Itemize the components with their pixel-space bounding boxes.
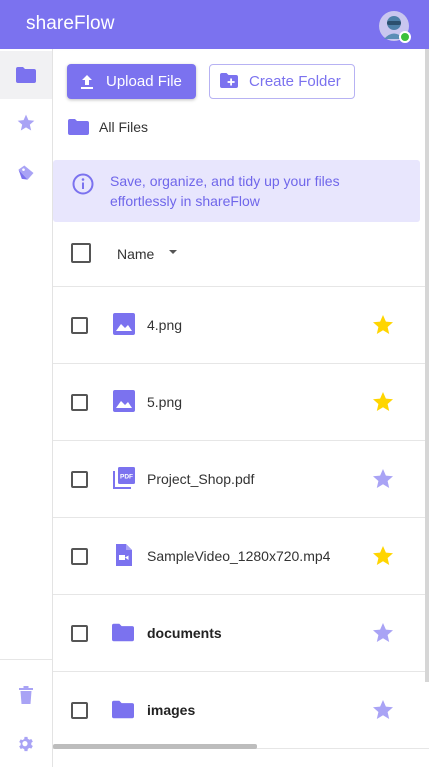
star-filled-icon[interactable] bbox=[371, 390, 395, 414]
main-content: Upload File Create Folder All Files Save… bbox=[53, 49, 429, 767]
row-checkbox[interactable] bbox=[71, 702, 88, 719]
avatar[interactable] bbox=[378, 10, 411, 43]
create-folder-button[interactable]: Create Folder bbox=[209, 64, 355, 99]
image-icon bbox=[113, 390, 135, 412]
avatar-icon bbox=[379, 11, 411, 43]
gear-icon bbox=[19, 736, 33, 752]
sidebar bbox=[0, 49, 53, 767]
info-banner: Save, organize, and tidy up your files e… bbox=[53, 160, 420, 222]
trash-icon bbox=[19, 686, 33, 704]
horizontal-scrollbar[interactable] bbox=[53, 744, 257, 749]
table-row[interactable]: PDF Project_Shop.pdf bbox=[53, 441, 429, 518]
select-all-checkbox[interactable] bbox=[71, 243, 91, 263]
sidebar-divider bbox=[0, 659, 52, 660]
sidebar-item-starred[interactable] bbox=[0, 99, 52, 147]
file-name[interactable]: 4.png bbox=[147, 317, 182, 333]
folder-icon bbox=[16, 67, 36, 83]
svg-text:PDF: PDF bbox=[120, 474, 133, 481]
star-outline-icon[interactable] bbox=[371, 467, 395, 491]
folder-icon bbox=[112, 700, 134, 722]
row-checkbox[interactable] bbox=[71, 317, 88, 334]
file-name[interactable]: Project_Shop.pdf bbox=[147, 471, 254, 487]
pdf-icon: PDF bbox=[113, 467, 135, 489]
sidebar-item-all-files[interactable] bbox=[0, 51, 52, 99]
image-icon bbox=[113, 313, 135, 335]
star-icon bbox=[17, 114, 35, 131]
row-checkbox[interactable] bbox=[71, 471, 88, 488]
file-name[interactable]: images bbox=[147, 702, 195, 718]
upload-file-label: Upload File bbox=[106, 73, 182, 90]
info-banner-text: Save, organize, and tidy up your files e… bbox=[110, 173, 340, 209]
folder-add-icon bbox=[220, 72, 238, 91]
file-name[interactable]: 5.png bbox=[147, 394, 182, 410]
table-row[interactable]: documents bbox=[53, 595, 429, 672]
star-filled-icon[interactable] bbox=[371, 313, 395, 337]
upload-icon bbox=[79, 74, 95, 90]
table-row[interactable]: images bbox=[53, 672, 429, 749]
table-row[interactable]: 5.png bbox=[53, 364, 429, 441]
star-outline-icon[interactable] bbox=[371, 698, 395, 722]
video-file-icon bbox=[113, 544, 135, 566]
table-row[interactable]: 4.png bbox=[53, 287, 429, 364]
upload-file-button[interactable]: Upload File bbox=[67, 64, 196, 99]
caret-down-icon[interactable] bbox=[167, 246, 179, 258]
star-filled-icon[interactable] bbox=[371, 544, 395, 568]
file-name[interactable]: SampleVideo_1280x720.mp4 bbox=[147, 548, 330, 564]
folder-icon bbox=[112, 623, 134, 645]
app-bar: shareFlow bbox=[0, 0, 429, 49]
file-name[interactable]: documents bbox=[147, 625, 222, 641]
star-outline-icon[interactable] bbox=[371, 621, 395, 645]
app-title: shareFlow bbox=[26, 13, 115, 34]
sidebar-item-settings[interactable] bbox=[0, 720, 52, 767]
breadcrumb-label: All Files bbox=[99, 119, 149, 135]
sidebar-item-trash[interactable] bbox=[0, 671, 52, 719]
name-column-header[interactable]: Name bbox=[117, 246, 154, 262]
table-row[interactable]: SampleVideo_1280x720.mp4 bbox=[53, 518, 429, 595]
sidebar-item-tags[interactable] bbox=[0, 149, 52, 197]
create-folder-label: Create Folder bbox=[249, 73, 341, 90]
row-checkbox[interactable] bbox=[71, 394, 88, 411]
row-checkbox[interactable] bbox=[71, 625, 88, 642]
folder-icon bbox=[68, 119, 89, 135]
info-icon bbox=[72, 173, 94, 195]
table-header: Name bbox=[53, 229, 429, 287]
tag-icon bbox=[18, 165, 34, 180]
vertical-scrollbar[interactable] bbox=[425, 49, 429, 682]
row-checkbox[interactable] bbox=[71, 548, 88, 565]
breadcrumb[interactable]: All Files bbox=[68, 119, 148, 135]
